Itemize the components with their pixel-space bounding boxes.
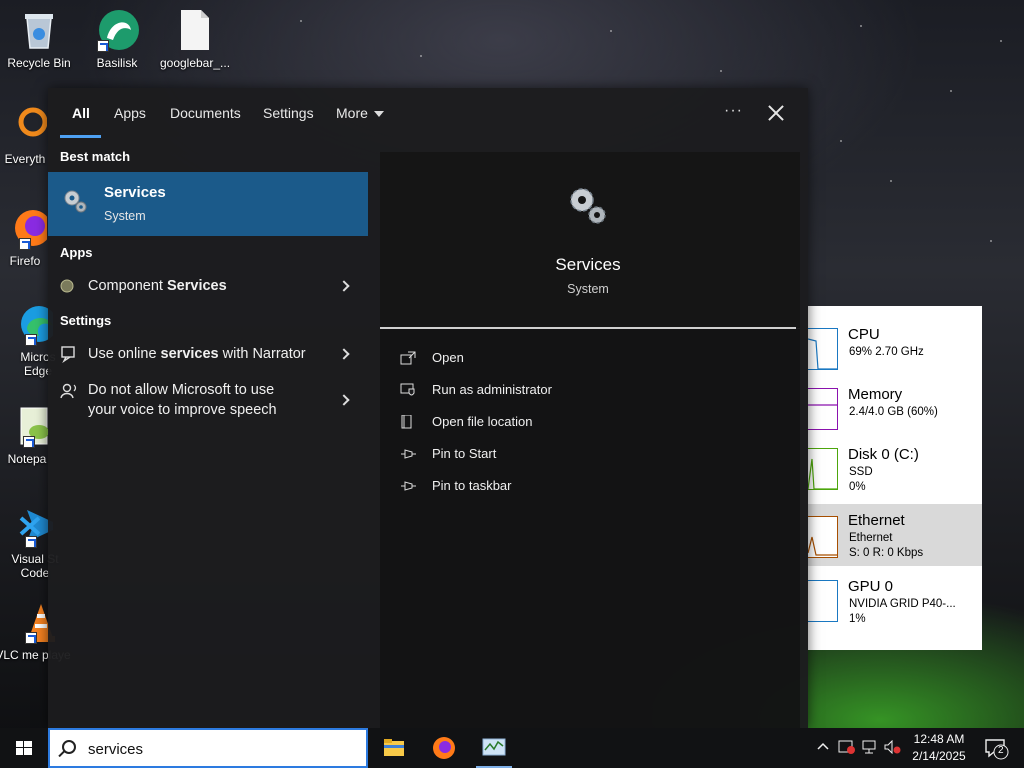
section-apps: Apps [60,245,93,260]
basilisk-icon [95,8,139,52]
open-icon [400,351,416,365]
edge-icon [9,302,57,346]
pin-icon [400,479,416,493]
tab-all[interactable]: All [72,105,90,121]
admin-shield-icon [400,383,416,397]
tray-network-icon[interactable] [862,740,880,757]
memory-graph [808,388,838,430]
tray-security-icon[interactable] [838,740,856,757]
result-speech-privacy[interactable]: Do not allow Microsoft to use your voice… [48,380,368,424]
desktop-icon-label: googlebar_... [159,56,231,70]
gpu-graph [808,580,838,622]
taskbar-clock[interactable]: 12:48 AM 2/14/2025 [906,731,972,765]
detail-title: Services [555,255,621,274]
tm-item-gpu[interactable]: GPU 0 NVIDIA GRID P40-... 1% [808,570,982,632]
file-icon [173,8,217,52]
tm-item-memory[interactable]: Memory 2.4/4.0 GB (60%) [808,378,982,440]
tm-item-cpu[interactable]: CPU 69% 2.70 GHz [807,318,982,380]
shortcut-arrow-icon [25,632,37,644]
firefox-icon [3,206,51,250]
clock-time: 12:48 AM [913,732,965,746]
desktop-icon-basilisk[interactable]: Basilisk [78,8,156,70]
detail-header: Services System [380,152,800,328]
chevron-down-icon [374,111,384,117]
firefox-icon [433,737,455,759]
chevron-right-icon [338,348,350,360]
close-button[interactable] [765,102,787,124]
search-filter-tabs: All Apps Documents Settings More ··· [48,88,808,140]
pin-icon [400,447,416,461]
section-settings: Settings [60,313,112,328]
result-narrator-online-services[interactable]: Use online services with Narrator [48,342,368,366]
speech-person-icon [60,382,78,405]
chevron-right-icon [338,394,350,406]
taskbar-firefox[interactable] [420,728,468,768]
shortcut-arrow-icon [97,40,109,52]
security-warning-icon [838,740,855,754]
task-manager-icon [482,738,506,756]
chevron-up-icon [817,742,829,750]
services-gear-icon [62,188,88,219]
shortcut-arrow-icon [19,238,31,250]
network-icon [862,740,876,754]
desktop-icon-label: Basilisk [96,56,138,70]
section-best-match: Best match [60,149,131,164]
services-gear-icon-large [566,184,610,233]
chevron-right-icon [338,280,350,292]
desktop-icon-recycle-bin[interactable]: Recycle Bin [0,8,78,70]
show-hidden-icons-button[interactable] [816,740,830,755]
notepad-plus-plus-icon [5,404,49,448]
notification-icon [985,739,1009,760]
desktop-icon-label: Recycle Bin [7,56,71,70]
more-options-button[interactable]: ··· [724,102,743,120]
notification-count: 2 [998,745,1004,756]
desktop-icon-googlebar[interactable]: googlebar_... [156,8,234,70]
tab-more[interactable]: More [336,105,368,121]
windows-logo-icon [16,741,32,755]
active-tab-indicator [60,135,101,138]
narrator-icon [60,345,78,368]
tm-item-ethernet[interactable]: Ethernet Ethernet S: 0 R: 0 Kbps [807,504,982,566]
search-input[interactable] [88,738,348,760]
result-component-services[interactable]: Component Services [48,274,368,298]
component-services-icon [60,279,74,298]
taskbar-search-box[interactable] [48,728,368,768]
file-location-icon [400,414,416,429]
tm-item-disk[interactable]: Disk 0 (C:) SSD 0% [807,438,982,500]
taskbar-file-explorer[interactable] [370,728,418,768]
tab-documents[interactable]: Documents [170,105,241,121]
clock-date: 2/14/2025 [912,749,966,763]
task-manager-performance-list: CPU 69% 2.70 GHz Memory 2.4/4.0 GB (60%)… [807,306,982,650]
tab-settings[interactable]: Settings [263,105,314,121]
folder-icon [384,739,404,756]
disk-graph [807,448,838,490]
ethernet-graph [807,516,838,558]
shortcut-arrow-icon [23,436,35,448]
detail-subtitle: System [567,282,609,296]
cpu-graph [807,328,838,370]
volume-muted-icon [884,739,901,755]
best-match-services[interactable]: Services System [48,172,368,236]
action-center-button[interactable]: 2 [984,737,1010,764]
recycle-bin-icon [17,8,61,52]
taskbar-task-manager[interactable] [470,728,518,768]
start-button[interactable] [0,728,48,768]
shortcut-arrow-icon [25,334,37,346]
windows-search-panel: All Apps Documents Settings More ··· Bes… [48,88,808,728]
tab-apps[interactable]: Apps [114,105,146,121]
search-icon [62,740,76,754]
tray-volume-icon[interactable] [884,739,902,757]
everything-search-icon [3,104,48,148]
shortcut-arrow-icon [25,536,37,548]
